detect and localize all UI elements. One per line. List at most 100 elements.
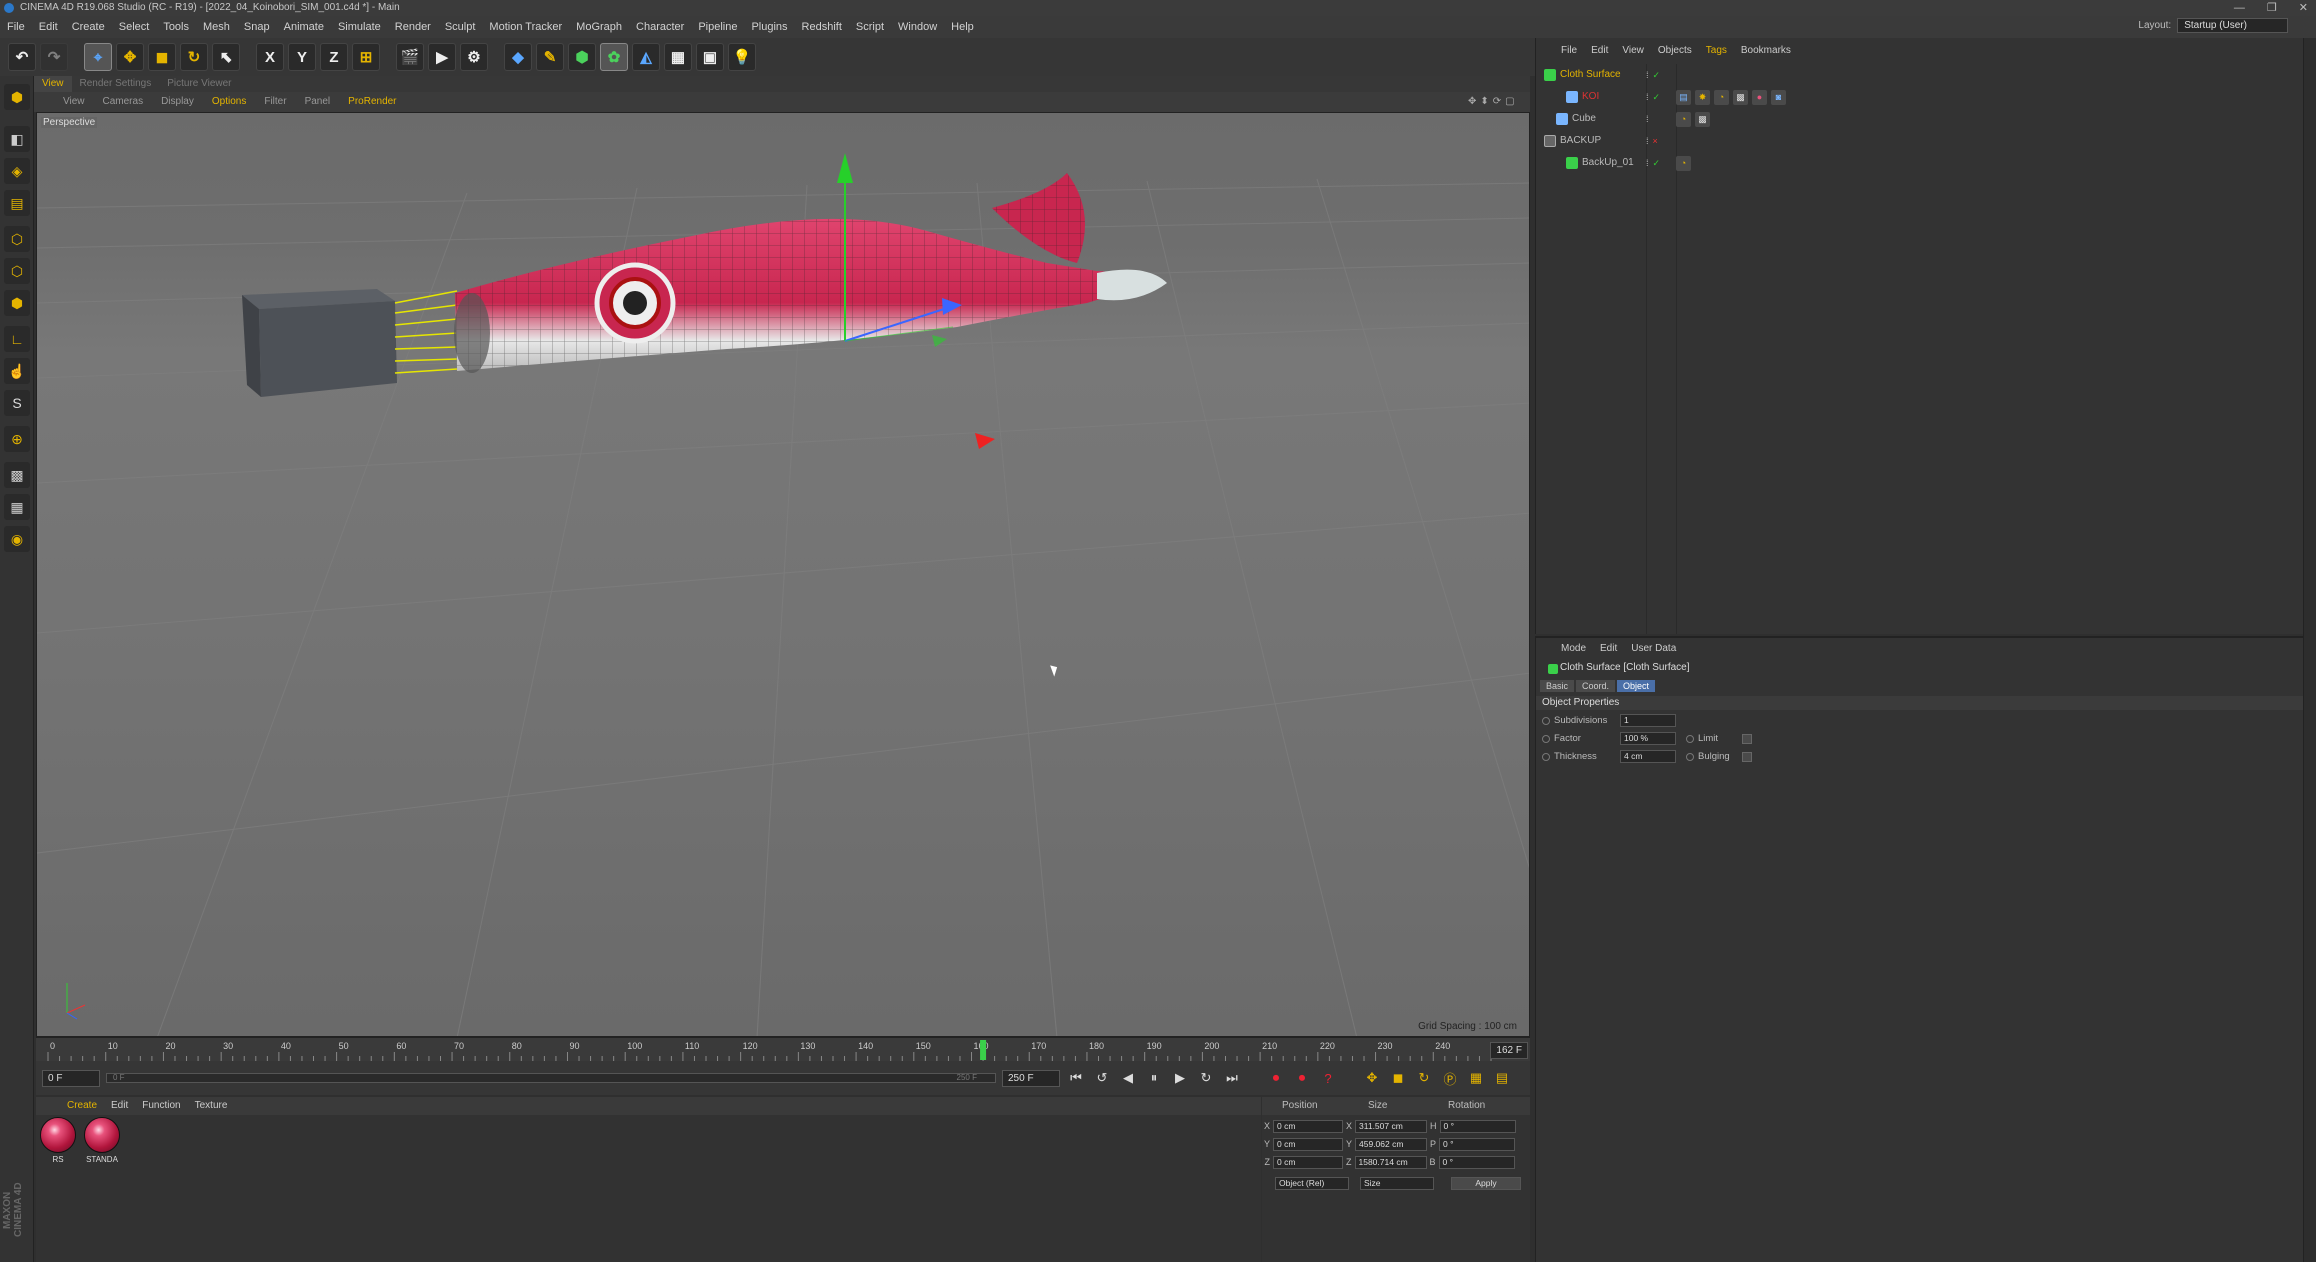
material-rs[interactable]: RS xyxy=(38,1115,78,1169)
record-pla-icon[interactable]: ▦ xyxy=(1466,1068,1486,1088)
coordinate-system-icon[interactable]: ⊞ xyxy=(352,43,380,71)
enabled-check-icon[interactable]: ✓ xyxy=(1653,152,1661,174)
bulging-checkbox[interactable] xyxy=(1742,751,1752,762)
menu-redshift[interactable]: Redshift xyxy=(795,21,849,33)
menu-file[interactable]: File xyxy=(0,21,32,33)
render-view-icon[interactable]: 🎬 xyxy=(396,43,424,71)
scale-icon[interactable]: ◼ xyxy=(148,43,176,71)
array-generator-icon[interactable]: ✿ xyxy=(600,43,628,71)
tab-coord[interactable]: Coord. xyxy=(1576,680,1616,692)
y-axis-icon[interactable]: Y xyxy=(288,43,316,71)
end-frame-field[interactable]: 250 F xyxy=(1002,1069,1060,1087)
enabled-check-icon[interactable]: ✓ xyxy=(1653,64,1661,86)
obj-menu-file[interactable]: File xyxy=(1554,42,1584,60)
position-x-field[interactable]: 0 cm xyxy=(1273,1119,1343,1133)
size-y-field[interactable]: 459.062 cm xyxy=(1355,1137,1428,1151)
texture-mode-icon[interactable]: ◈ xyxy=(4,158,30,184)
material-tag-icon[interactable]: ● xyxy=(1752,89,1767,105)
timeline-ruler[interactable]: 0102030405060708090100110120130140150160… xyxy=(36,1037,1530,1062)
size-mode-dropdown[interactable]: Size xyxy=(1360,1176,1434,1190)
recent-tool-icon[interactable]: ⬉ xyxy=(212,43,240,71)
animate-radio-icon[interactable] xyxy=(1686,752,1694,761)
zoom-view-icon[interactable]: ⬍ xyxy=(1480,96,1488,107)
live-selection-icon[interactable]: ⌖ xyxy=(84,43,112,71)
menu-snap[interactable]: Snap xyxy=(237,21,277,33)
z-axis-icon[interactable]: Z xyxy=(320,43,348,71)
rotation-p-field[interactable]: 0 ° xyxy=(1439,1137,1516,1151)
selection-tag-icon[interactable]: ▩ xyxy=(1695,111,1710,127)
visibility-icon[interactable]: ⁞ xyxy=(1646,130,1649,152)
menu-simulate[interactable]: Simulate xyxy=(331,21,388,33)
rotate-icon[interactable]: ↻ xyxy=(180,43,208,71)
menu-render[interactable]: Render xyxy=(388,21,438,33)
limit-checkbox[interactable] xyxy=(1742,733,1752,744)
animate-radio-icon[interactable] xyxy=(1686,734,1694,743)
x-axis-icon[interactable]: X xyxy=(256,43,284,71)
record-keys-icon[interactable]: ⏺ xyxy=(1266,1068,1286,1088)
previous-frame-icon[interactable]: ◀ xyxy=(1118,1068,1138,1088)
obj-menu-objects[interactable]: Objects xyxy=(1651,42,1699,60)
visibility-icon[interactable]: ⁞ xyxy=(1646,108,1649,130)
rotation-b-field[interactable]: 0 ° xyxy=(1438,1155,1515,1169)
visibility-icon[interactable]: ⁞ xyxy=(1646,152,1649,174)
toggle-view-icon[interactable]: ▢ xyxy=(1505,96,1514,107)
phong-tag-icon[interactable]: ◔ xyxy=(1676,111,1691,127)
obj-menu-view[interactable]: View xyxy=(1615,42,1651,60)
go-to-end-icon[interactable]: ⏭ xyxy=(1222,1068,1242,1088)
mat-menu-create[interactable]: Create xyxy=(60,1097,104,1115)
close-icon[interactable]: ✕ xyxy=(2299,0,2308,16)
points-mode-icon[interactable]: ⬡ xyxy=(4,226,30,252)
pan-view-icon[interactable]: ✥ xyxy=(1468,96,1476,107)
menu-character[interactable]: Character xyxy=(629,21,691,33)
workplane-icon[interactable]: ▤ xyxy=(4,190,30,216)
snap-icon[interactable]: ⊕ xyxy=(4,426,30,452)
object-row-backup[interactable]: BACKUP ⁞ × xyxy=(1536,130,2304,152)
menu-tools[interactable]: Tools xyxy=(156,21,196,33)
layout-dropdown[interactable]: Startup (User) xyxy=(2177,18,2288,33)
coord-mode-dropdown[interactable]: Object (Rel) xyxy=(1275,1176,1349,1190)
menu-mograph[interactable]: MoGraph xyxy=(569,21,629,33)
material-standard[interactable]: STANDA xyxy=(82,1115,122,1169)
object-row-backup-01[interactable]: BackUp_01 ⁞ ✓ ◔ xyxy=(1536,152,2304,174)
minimize-icon[interactable]: — xyxy=(2234,0,2245,16)
tweak-mode-icon[interactable]: ☝ xyxy=(4,358,30,384)
record-rotation-icon[interactable]: ↻ xyxy=(1414,1068,1434,1088)
next-key-icon[interactable]: ↻ xyxy=(1196,1068,1216,1088)
axis-mode-icon[interactable]: ∟ xyxy=(4,326,30,352)
workplane-lock-icon[interactable]: ▩ xyxy=(4,462,30,488)
phong-tag-icon[interactable]: ◔ xyxy=(1714,89,1729,105)
render-picture-viewer-icon[interactable]: ▶ xyxy=(428,43,456,71)
deformer-icon[interactable]: ◭ xyxy=(632,43,660,71)
disabled-x-icon[interactable]: × xyxy=(1653,130,1658,152)
tab-object[interactable]: Object xyxy=(1617,680,1656,692)
light-icon[interactable]: 💡 xyxy=(728,43,756,71)
tab-picture-viewer[interactable]: Picture Viewer xyxy=(159,76,239,92)
size-x-field[interactable]: 311.507 cm xyxy=(1355,1119,1428,1133)
menu-select[interactable]: Select xyxy=(112,21,157,33)
make-editable-icon[interactable]: ⬢ xyxy=(4,84,30,110)
render-settings-icon[interactable]: ⚙ xyxy=(460,43,488,71)
spline-pen-icon[interactable]: ✎ xyxy=(536,43,564,71)
floor-scene-icon[interactable]: ▦ xyxy=(664,43,692,71)
go-to-start-icon[interactable]: ⏮ xyxy=(1066,1068,1086,1088)
factor-field[interactable]: 100 % xyxy=(1620,732,1676,745)
attr-menu-user-data[interactable]: User Data xyxy=(1624,640,1683,658)
subdivisions-field[interactable]: 1 xyxy=(1620,714,1676,727)
camera-icon[interactable]: ▣ xyxy=(696,43,724,71)
menu-pipeline[interactable]: Pipeline xyxy=(691,21,744,33)
tab-basic[interactable]: Basic xyxy=(1540,680,1575,692)
enabled-check-icon[interactable]: ✓ xyxy=(1653,86,1661,108)
menu-sculpt[interactable]: Sculpt xyxy=(438,21,483,33)
autokey-icon[interactable]: ⏺ xyxy=(1292,1068,1312,1088)
menu-window[interactable]: Window xyxy=(891,21,944,33)
object-row-koi[interactable]: KOI ⁞ ✓ ▤ ✸ ◔ ▩ ● ◙ xyxy=(1536,86,2304,108)
obj-menu-edit[interactable]: Edit xyxy=(1584,42,1615,60)
model-mode-icon[interactable]: ◧ xyxy=(4,126,30,152)
record-scale-icon[interactable]: ◼ xyxy=(1388,1068,1408,1088)
cloth-tag-icon[interactable]: ✸ xyxy=(1695,89,1710,105)
menu-edit[interactable]: Edit xyxy=(32,21,65,33)
menu-plugins[interactable]: Plugins xyxy=(744,21,794,33)
move-icon[interactable]: ✥ xyxy=(116,43,144,71)
selection-tag-icon[interactable]: ▩ xyxy=(1733,89,1748,105)
vp-menu-view[interactable]: View xyxy=(54,92,94,112)
